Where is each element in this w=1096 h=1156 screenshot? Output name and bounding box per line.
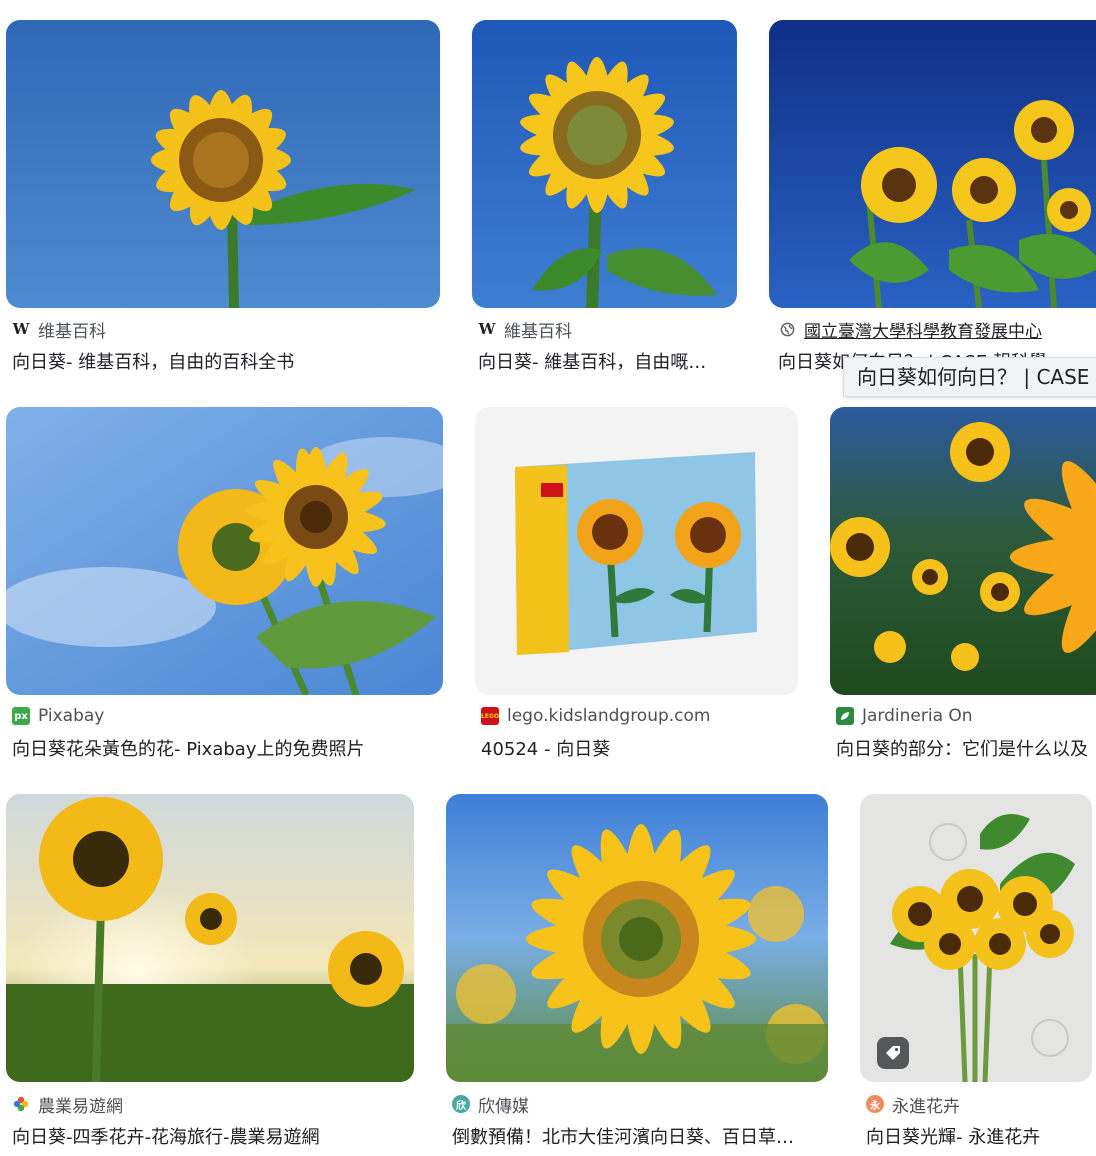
sunflower-photo <box>6 20 440 308</box>
source-name: 欣傳媒 <box>478 1096 529 1117</box>
pixabay-icon: px <box>12 707 30 725</box>
globe-icon <box>778 320 796 338</box>
sunflower-image[interactable] <box>472 20 737 308</box>
yongjin-icon: 永 <box>866 1095 884 1113</box>
flower-icon <box>12 1095 30 1113</box>
lego-icon: LEGO <box>481 707 499 725</box>
sunflower-photo <box>472 20 737 308</box>
source-name: 永進花卉 <box>892 1096 960 1117</box>
sunflower-image[interactable] <box>769 20 1096 308</box>
result-source[interactable]: 農業易遊網 <box>12 1092 412 1116</box>
lego-box-photo <box>475 407 798 695</box>
result-title[interactable]: 40524 - 向日葵 <box>481 735 801 761</box>
source-name: Pixabay <box>38 706 105 726</box>
leaf-icon <box>836 707 854 725</box>
source-name: 维基百科 <box>38 321 106 342</box>
lego-product-image[interactable] <box>475 407 798 695</box>
result-title[interactable]: 向日葵-四季花卉-花海旅行-農業易遊網 <box>12 1123 412 1149</box>
sunflower-image[interactable] <box>6 407 443 695</box>
sunflower-photo <box>830 407 1096 695</box>
sunflower-photo <box>6 407 443 695</box>
source-name: Jardineria On <box>862 706 973 726</box>
xinmedia-icon: 欣 <box>452 1095 470 1113</box>
result-title[interactable]: 倒數預備！北市大佳河濱向日葵、百日草… <box>452 1123 822 1149</box>
result-title[interactable]: 向日葵- 维基百科，自由的百科全书 <box>12 348 432 374</box>
result-title[interactable]: 向日葵花朵黃色的花- Pixabay上的免费照片 <box>12 735 442 761</box>
result-title[interactable]: 向日葵- 維基百科，自由嘅… <box>478 348 718 374</box>
wikipedia-icon: W <box>478 320 496 338</box>
result-source[interactable]: Jardineria On <box>836 704 1096 728</box>
source-name: 維基百科 <box>504 321 572 342</box>
result-source[interactable]: LEGO lego.kidslandgroup.com <box>481 704 801 728</box>
sunflower-image[interactable] <box>830 407 1096 695</box>
sunflower-field-photo <box>6 794 414 1082</box>
wikipedia-icon: W <box>12 320 30 338</box>
result-title[interactable]: 向日葵光輝- 永進花卉 <box>866 1123 1092 1149</box>
result-source[interactable]: W 維基百科 <box>478 317 733 341</box>
source-name: lego.kidslandgroup.com <box>507 706 711 726</box>
result-source[interactable]: px Pixabay <box>12 704 432 728</box>
result-title[interactable]: 向日葵的部分：它们是什么以及 <box>836 735 1096 761</box>
result-source[interactable]: W 维基百科 <box>12 317 432 341</box>
source-name: 農業易遊網 <box>38 1096 123 1117</box>
hover-tooltip: 向日葵如何向日？ | CASE 報科學 <box>843 357 1096 397</box>
result-source[interactable]: 欣 欣傳媒 <box>452 1092 822 1116</box>
source-name: 國立臺灣大學科學教育發展中心 <box>804 321 1042 342</box>
sunflower-image[interactable] <box>446 794 828 1082</box>
result-source[interactable]: 永 永進花卉 <box>866 1092 1092 1116</box>
sunflower-image[interactable] <box>6 20 440 308</box>
sunflower-field-image[interactable] <box>6 794 414 1082</box>
product-tag-icon[interactable] <box>877 1037 909 1069</box>
sunflower-photo <box>769 20 1096 308</box>
sunflower-photo <box>446 794 828 1082</box>
result-source[interactable]: 國立臺灣大學科學教育發展中心 <box>778 317 1096 341</box>
